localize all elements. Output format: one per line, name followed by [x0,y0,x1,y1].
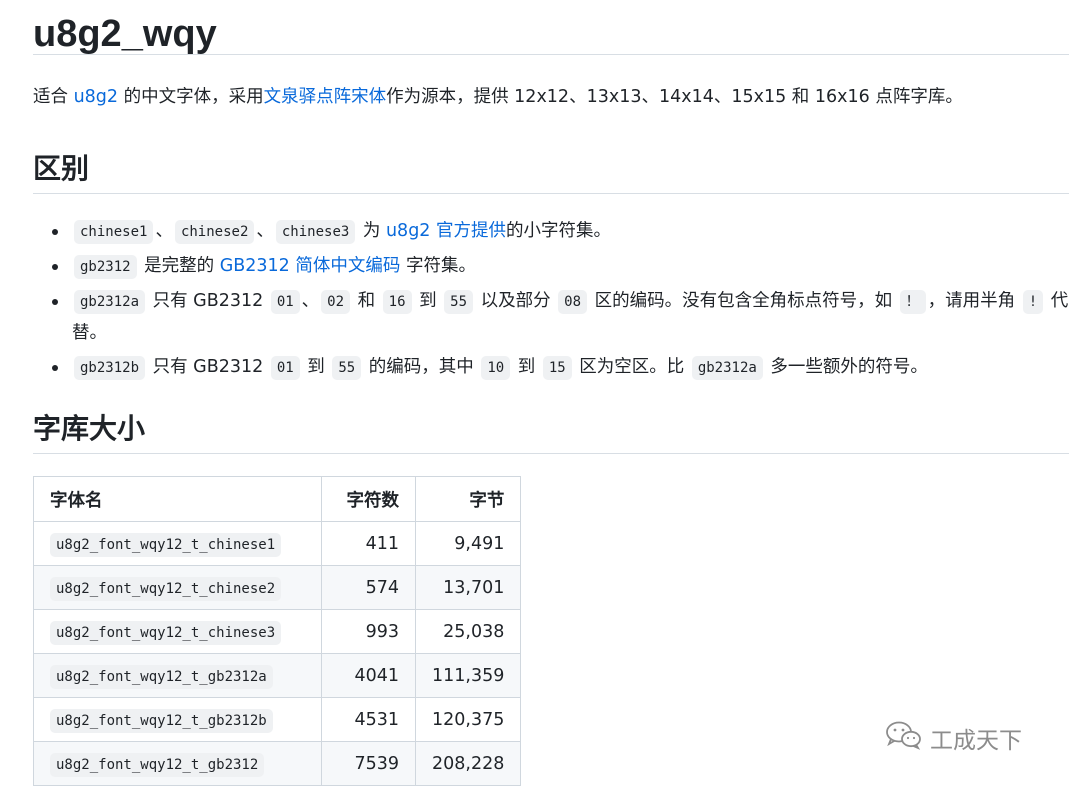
u8g2-link[interactable]: u8g2 [74,87,118,107]
bytes-cell: 208,228 [414,741,522,786]
inline-code: 08 [558,290,588,314]
font-name-code: u8g2_font_wqy12_t_chinese3 [50,620,282,645]
list-text: 以及部分 [475,291,557,311]
char-count-cell: 7539 [321,741,416,786]
inline-code: chinese2 [174,220,255,244]
watermark: 工成天下 [884,720,1022,756]
font-name-code: u8g2_font_wqy12_t_chinese2 [50,576,282,601]
table-row: u8g2_font_wqy12_t_gb2312 7539 208,228 [33,741,522,786]
font-name-cell: u8g2_font_wqy12_t_gb2312 [33,741,322,786]
font-name-cell: u8g2_font_wqy12_t_chinese1 [33,521,322,566]
inline-code: chinese1 [74,220,154,244]
list-text: 到 [413,291,443,311]
bytes-cell: 111,359 [414,653,522,698]
inline-code: 55 [444,290,474,314]
list-text: 只有 GB2312 [147,291,269,311]
font-name-code: u8g2_font_wqy12_t_gb2312b [50,708,273,733]
font-name-cell: u8g2_font_wqy12_t_gb2312b [33,697,322,742]
table-row: u8g2_font_wqy12_t_gb2312a 4041 111,359 [33,653,522,698]
font-name-code: u8g2_font_wqy12_t_chinese1 [50,532,282,557]
font-name-code: u8g2_font_wqy12_t_gb2312a [50,664,273,689]
font-name-cell: u8g2_font_wqy12_t_chinese2 [33,565,322,610]
intro-text: 作为源本，提供 12x12、13x13、14x14、15x15 和 16x16 … [386,87,963,107]
intro-text: 的中文字体，采用 [118,87,264,107]
wqy-font-link[interactable]: 文泉驿点阵宋体 [264,87,387,107]
wechat-icon [884,720,922,756]
bytes-cell: 9,491 [414,521,522,566]
char-count-cell: 4531 [321,697,416,742]
list-text: 多一些额外的符号。 [764,357,928,377]
watermark-text: 工成天下 [930,728,1022,754]
intro-text: 适合 [33,87,74,107]
font-name-cell: u8g2_font_wqy12_t_chinese3 [33,609,322,654]
inline-code: ！ [899,290,926,314]
list-text: 到 [512,357,541,377]
inline-code: gb2312a [74,290,146,314]
char-count-cell: 4041 [321,653,416,698]
list-text: 、 [256,221,274,241]
list-text: 到 [301,357,331,377]
table-row: u8g2_font_wqy12_t_chinese2 574 13,701 [33,565,522,610]
bytes-cell: 13,701 [414,565,522,610]
inline-code: chinese3 [275,220,356,244]
bytes-cell: 120,375 [414,697,522,742]
gb2312-link[interactable]: GB2312 简体中文编码 [220,256,401,276]
font-name-cell: u8g2_font_wqy12_t_gb2312a [33,653,322,698]
list-item: gb2312 是完整的 GB2312 简体中文编码 字符集。 [33,251,1069,283]
table-row: u8g2_font_wqy12_t_chinese3 993 25,038 [33,609,522,654]
inline-code: 15 [542,356,572,380]
list-text: 区为空区。比 [573,357,690,377]
list-text: 字符集。 [400,256,476,276]
list-text: 为 [362,221,386,241]
inline-code: gb2312b [74,356,146,380]
list-text: 区的编码。没有包含全角标点符号，如 [589,291,898,311]
inline-code: 10 [481,356,511,380]
list-text: 和 [352,291,381,311]
table-row: u8g2_font_wqy12_t_gb2312b 4531 120,375 [33,697,522,742]
page-title: u8g2_wqy [33,0,1069,55]
list-item: chinese1、 chinese2、 chinese3 为 u8g2 官方提供的小… [33,216,1069,248]
inline-code: 01 [270,290,300,314]
inline-code: gb2312a [691,356,763,380]
difference-list: chinese1、 chinese2、 chinese3 为 u8g2 官方提供的小… [33,216,1069,387]
table-header-row: 字体名 字符数 字节 [33,476,522,522]
list-text: 、 [301,291,320,311]
intro-paragraph: 适合 u8g2 的中文字体，采用文泉驿点阵宋体作为源本，提供 12x12、13x… [33,84,963,110]
inline-code: ! [1022,290,1044,314]
column-header-char-count: 字符数 [321,476,416,522]
bytes-cell: 25,038 [414,609,522,654]
u8g2-official-link[interactable]: u8g2 官方提供 [386,221,506,241]
list-text: 是完整的 [138,256,220,276]
inline-code: 02 [321,290,351,314]
readme-content: u8g2_wqy 适合 u8g2 的中文字体，采用文泉驿点阵宋体作为源本，提供 … [33,0,1069,786]
list-item: gb2312a 只有 GB2312 01、 02 和 16 到 55 以及部分 0… [33,286,1069,349]
section-heading-font-size: 字库大小 [33,412,1069,454]
font-size-table: 字体名 字符数 字节 u8g2_font_wqy12_t_chinese1 41… [33,476,522,786]
inline-code: 01 [270,356,300,380]
list-text: 的小字符集。 [506,221,611,241]
column-header-bytes: 字节 [414,476,522,522]
list-text: ，请用半角 [927,291,1021,311]
char-count-cell: 574 [321,565,416,610]
column-header-font-name: 字体名 [33,476,322,522]
list-text: 的编码，其中 [363,357,480,377]
inline-code: gb2312 [74,255,137,279]
inline-code: 55 [332,356,362,380]
font-name-code: u8g2_font_wqy12_t_gb2312 [50,752,265,777]
list-text: 、 [155,221,173,241]
inline-code: 16 [382,290,412,314]
list-text: 只有 GB2312 [147,357,269,377]
char-count-cell: 993 [321,609,416,654]
table-row: u8g2_font_wqy12_t_chinese1 411 9,491 [33,521,522,566]
section-heading-difference: 区别 [33,152,1069,194]
list-item: gb2312b 只有 GB2312 01 到 55 的编码，其中 10 到 15… [33,352,1069,384]
char-count-cell: 411 [321,521,416,566]
